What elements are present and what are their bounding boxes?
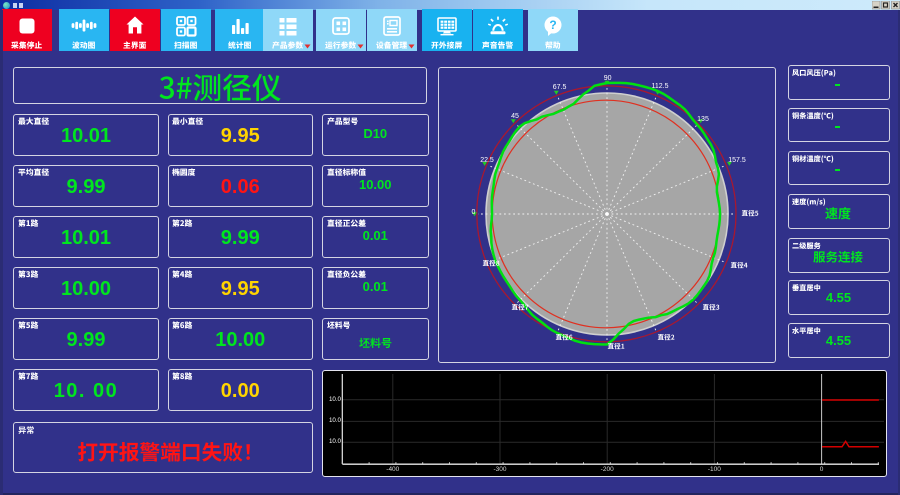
svg-text:?: ? [549,18,556,32]
